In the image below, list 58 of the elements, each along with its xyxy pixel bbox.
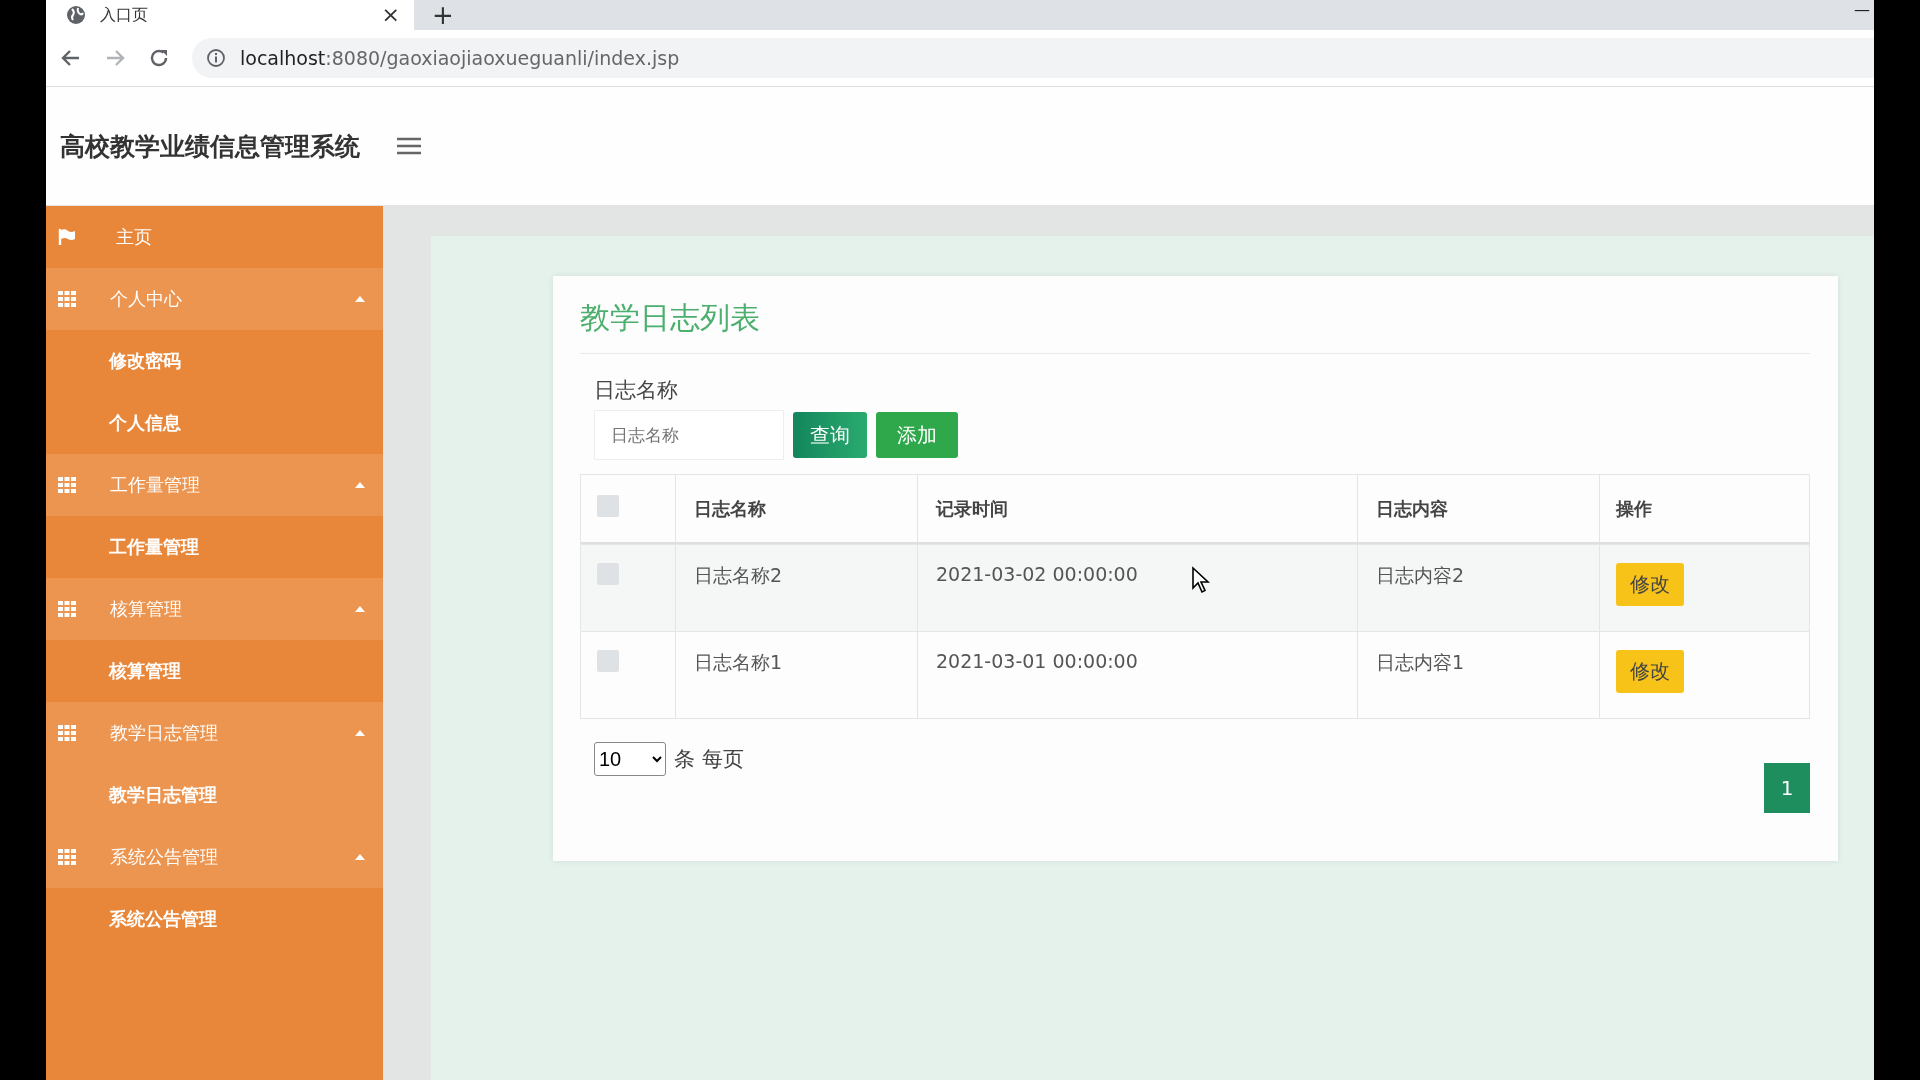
card-title: 教学日志列表 xyxy=(580,298,1810,354)
minimize-button[interactable]: — xyxy=(1854,0,1870,19)
address-bar[interactable]: localhost:8080/gaoxiaojiaoxueguanli/index.jsp xyxy=(192,38,1874,78)
sidebar-group[interactable]: 个人中心 xyxy=(46,268,383,330)
table-cell: 日志内容2 xyxy=(1376,564,1465,586)
edit-button[interactable]: 修改 xyxy=(1616,650,1684,693)
caret-icon xyxy=(355,854,365,860)
select-all-checkbox[interactable] xyxy=(597,495,619,517)
caret-icon xyxy=(355,730,365,736)
info-icon xyxy=(206,48,226,68)
edit-button[interactable]: 修改 xyxy=(1616,563,1684,606)
sidebar-group[interactable]: 系统公告管理 xyxy=(46,826,383,888)
column-header: 日志内容 xyxy=(1376,496,1448,521)
reload-icon[interactable] xyxy=(148,47,170,69)
search-button[interactable]: 查询 xyxy=(793,412,867,458)
column-header: 记录时间 xyxy=(936,496,1008,521)
app-title: 高校教学业绩信息管理系统 xyxy=(60,130,360,163)
url-text: localhost:8080/gaoxiaojiaoxueguanli/index.jsp xyxy=(240,47,680,69)
column-header: 操作 xyxy=(1616,496,1652,521)
page-button[interactable]: 1 xyxy=(1764,763,1810,813)
grid-icon xyxy=(58,291,76,307)
new-tab-button[interactable]: + xyxy=(432,0,454,30)
sidebar-subitem[interactable]: 系统公告管理 xyxy=(46,888,383,950)
sidebar-group[interactable]: 工作量管理 xyxy=(46,454,383,516)
sidebar-subitem[interactable]: 个人信息 xyxy=(46,392,383,454)
search-field[interactable]: 日志名称 xyxy=(594,410,784,460)
add-button[interactable]: 添加 xyxy=(876,412,958,458)
table-cell: 2021-03-02 00:00:00 xyxy=(936,563,1138,585)
close-tab-button[interactable]: × xyxy=(381,4,400,26)
sidebar-subitem[interactable]: 教学日志管理 xyxy=(46,764,383,826)
table-cell: 日志内容1 xyxy=(1376,651,1465,673)
search-label: 日志名称 xyxy=(594,377,679,404)
caret-icon xyxy=(355,482,365,488)
grid-icon xyxy=(58,477,76,493)
page-size-label: 条 每页 xyxy=(674,746,744,773)
column-header: 日志名称 xyxy=(694,496,766,521)
flag-icon xyxy=(58,228,76,246)
grid-icon xyxy=(58,849,76,865)
row-checkbox[interactable] xyxy=(597,650,619,672)
sidebar-group[interactable]: 教学日志管理 xyxy=(46,702,383,764)
grid-icon xyxy=(58,725,76,741)
sidebar-subitem[interactable]: 核算管理 xyxy=(46,640,383,702)
table-cell: 2021-03-01 00:00:00 xyxy=(936,650,1138,672)
table-cell: 日志名称1 xyxy=(694,651,783,673)
cursor-icon xyxy=(1191,566,1211,594)
grid-icon xyxy=(58,601,76,617)
sidebar-item[interactable]: 主页 xyxy=(46,206,383,268)
tab-title: 入口页 xyxy=(100,4,149,26)
globe-icon xyxy=(66,5,86,25)
sidebar-group[interactable]: 核算管理 xyxy=(46,578,383,640)
sidebar-subitem[interactable]: 修改密码 xyxy=(46,330,383,392)
caret-icon xyxy=(355,606,365,612)
menu-icon[interactable] xyxy=(396,136,422,156)
caret-icon xyxy=(355,296,365,302)
page-size-select[interactable]: 10 xyxy=(594,742,666,776)
sidebar-subitem[interactable]: 工作量管理 xyxy=(46,516,383,578)
browser-tab[interactable]: 入口页 × xyxy=(46,0,414,30)
table-cell: 日志名称2 xyxy=(694,564,783,586)
